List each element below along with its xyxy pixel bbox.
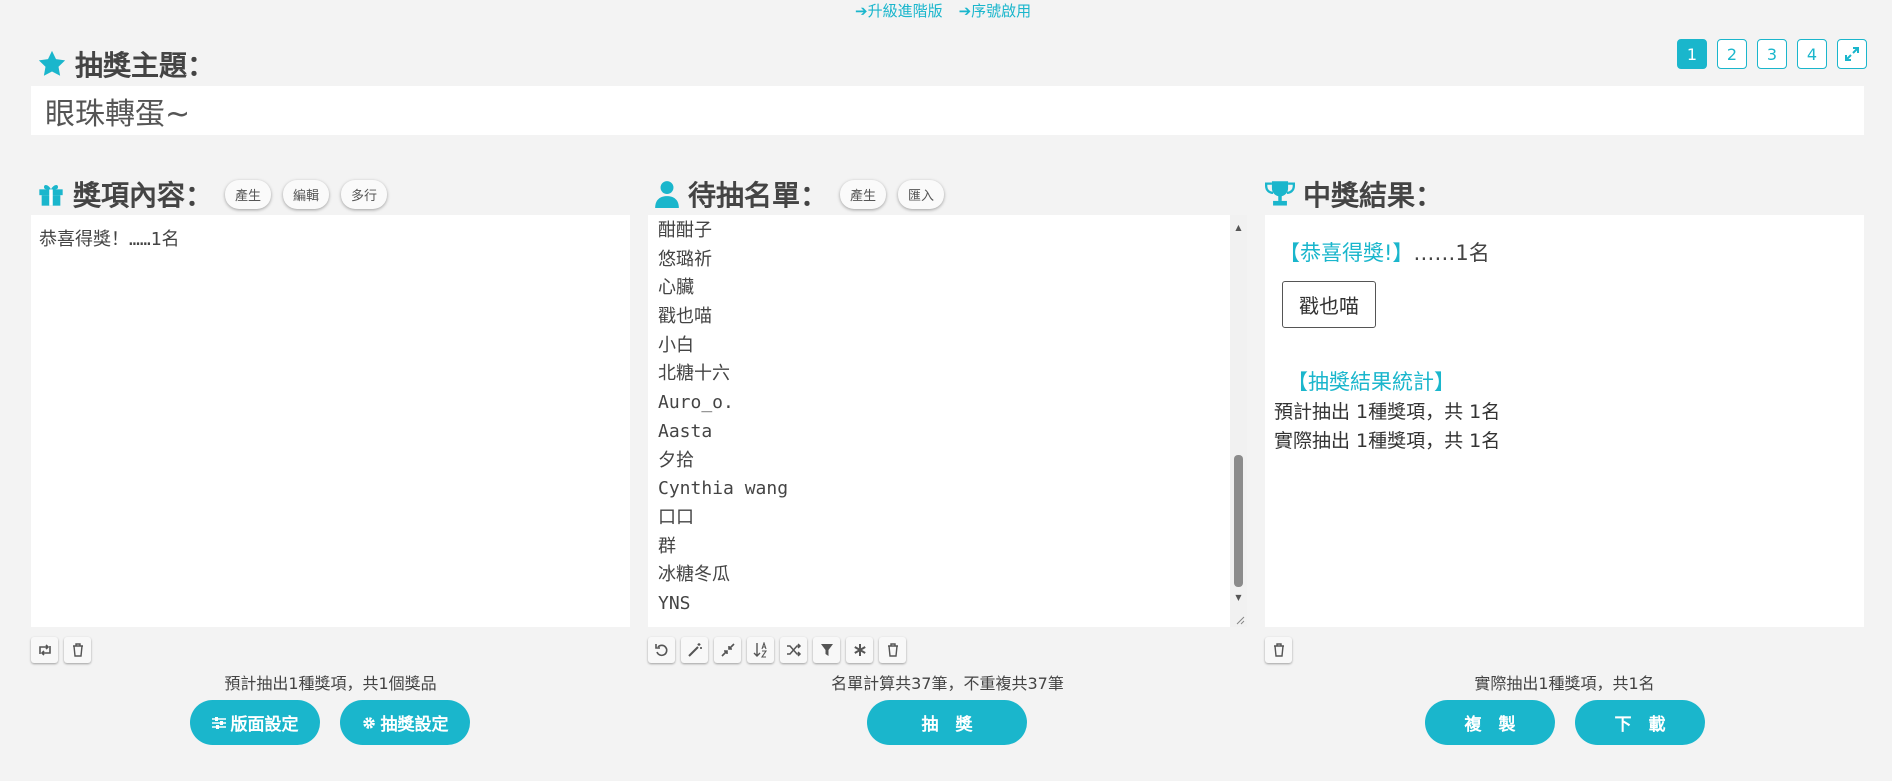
draw-settings-button[interactable]: 抽獎設定 bbox=[340, 700, 470, 745]
magic-wand-icon bbox=[687, 643, 702, 657]
page-tab-3[interactable]: 3 bbox=[1757, 39, 1787, 69]
prize-toolbar bbox=[31, 637, 91, 663]
list-item: YNS bbox=[658, 592, 691, 614]
gear-icon bbox=[362, 716, 375, 729]
list-item: 冰糖冬瓜 bbox=[658, 564, 730, 586]
name-list-textarea[interactable]: 酣酣子悠璐祈心臟戳也喵小白北糖十六 Auro_o. Aasta 夕拾 Cynthia w… bbox=[648, 215, 1247, 627]
result-prize-line: 【恭喜得獎!】……1名 bbox=[1279, 237, 1864, 267]
trash-icon bbox=[887, 643, 898, 657]
list-import-button[interactable]: 匯入 bbox=[898, 179, 945, 209]
page-tab-1[interactable]: 1 bbox=[1677, 39, 1707, 69]
theme-input[interactable]: 眼珠轉蛋~ bbox=[31, 86, 1864, 135]
prize-textarea[interactable]: 恭喜得獎！……1名 bbox=[31, 215, 630, 627]
list-compress-button[interactable] bbox=[714, 637, 741, 663]
trash-icon bbox=[72, 643, 83, 657]
result-prize-name: 【恭喜得獎!】 bbox=[1279, 241, 1414, 265]
layout-settings-label: 版面設定 bbox=[230, 715, 299, 735]
prize-heading: 獎項內容： 產生 編輯 多行 bbox=[37, 174, 388, 214]
list-item: 夕拾 bbox=[658, 449, 694, 471]
list-item: Cynthia wang bbox=[658, 478, 789, 500]
list-item: 小白 bbox=[658, 334, 694, 356]
upgrade-link[interactable]: ➔升級進階版 bbox=[855, 0, 943, 20]
download-button[interactable]: 下 載 bbox=[1575, 700, 1705, 745]
user-icon bbox=[655, 181, 679, 208]
list-magic-button[interactable] bbox=[681, 637, 708, 663]
serial-activate-link[interactable]: ➔序號啟用 bbox=[959, 0, 1032, 20]
list-item: Aasta bbox=[658, 420, 713, 442]
page-tab-2[interactable]: 2 bbox=[1717, 39, 1747, 69]
list-item: 口口 bbox=[658, 506, 694, 528]
list-summary: 名單計算共37筆，不重複共37筆 bbox=[831, 674, 1064, 693]
prize-label: 獎項內容： bbox=[73, 179, 214, 212]
list-item: Auro_o. bbox=[658, 392, 734, 414]
list-shuffle-button[interactable] bbox=[780, 637, 807, 663]
compress-icon bbox=[720, 643, 735, 657]
top-links: ➔升級進階版 ➔序號啟用 bbox=[855, 0, 1032, 20]
filter-icon bbox=[820, 644, 833, 656]
copy-button[interactable]: 複 製 bbox=[1425, 700, 1555, 745]
fullscreen-button[interactable] bbox=[1837, 39, 1867, 69]
undo-icon bbox=[654, 644, 667, 657]
retweet-icon bbox=[38, 644, 51, 656]
result-prize-count: ……1名 bbox=[1413, 241, 1490, 265]
expand-icon bbox=[1845, 47, 1859, 61]
list-item: 酣酣子 bbox=[658, 220, 712, 241]
draw-button[interactable]: 抽 獎 bbox=[867, 700, 1027, 745]
result-toolbar bbox=[1265, 637, 1292, 663]
prize-content: 恭喜得獎！……1名 bbox=[39, 229, 180, 250]
result-heading: 中獎結果： bbox=[1265, 174, 1443, 214]
page-tabs: 1 2 3 4 bbox=[1677, 39, 1867, 69]
list-item: 群 bbox=[658, 535, 676, 557]
stats-planned: 預計抽出 1種獎項，共 1名 bbox=[1274, 401, 1501, 423]
prize-generate-button[interactable]: 產生 bbox=[225, 179, 272, 209]
list-item: 心臟 bbox=[658, 277, 694, 299]
resize-grip-icon[interactable] bbox=[1233, 613, 1245, 625]
prize-clear-button[interactable] bbox=[64, 637, 91, 663]
draw-settings-label: 抽獎設定 bbox=[380, 715, 449, 735]
list-asterisk-button[interactable] bbox=[846, 637, 873, 663]
sliders-icon bbox=[211, 716, 226, 729]
list-toolbar bbox=[648, 637, 906, 663]
name-list: 酣酣子悠璐祈心臟戳也喵小白北糖十六 Auro_o. Aasta 夕拾 Cynthia w… bbox=[648, 215, 1247, 621]
winner-card: 戳也喵 bbox=[1282, 281, 1376, 328]
scroll-up-arrow-icon[interactable]: ▲ bbox=[1230, 219, 1247, 235]
trophy-icon bbox=[1265, 181, 1295, 206]
layout-settings-button[interactable]: 版面設定 bbox=[190, 700, 320, 745]
list-clear-button[interactable] bbox=[879, 637, 906, 663]
result-clear-button[interactable] bbox=[1265, 637, 1292, 663]
shuffle-icon bbox=[786, 643, 801, 657]
result-summary: 實際抽出1種獎項，共1名 bbox=[1474, 674, 1655, 693]
result-label: 中獎結果： bbox=[1303, 179, 1444, 212]
stats-actual: 實際抽出 1種獎項，共 1名 bbox=[1274, 430, 1501, 452]
stats-title: 【抽獎結果統計】 bbox=[1287, 370, 1455, 394]
theme-label: 抽獎主題： bbox=[75, 49, 216, 82]
list-heading: 待抽名單： 產生 匯入 bbox=[654, 174, 945, 214]
prize-retweet-button[interactable] bbox=[31, 637, 58, 663]
list-item: 北糖十六 bbox=[658, 363, 730, 385]
prize-summary: 預計抽出1種獎項，共1個獎品 bbox=[224, 674, 437, 693]
result-panel: 【恭喜得獎!】……1名 戳也喵 【抽獎結果統計】 預計抽出 1種獎項，共 1名 … bbox=[1265, 215, 1864, 627]
prize-multiline-button[interactable]: 多行 bbox=[341, 179, 388, 209]
asterisk-icon bbox=[853, 644, 866, 656]
page-tab-4[interactable]: 4 bbox=[1797, 39, 1827, 69]
list-generate-button[interactable]: 產生 bbox=[840, 179, 887, 209]
list-sort-button[interactable] bbox=[747, 637, 774, 663]
scroll-down-arrow-icon[interactable]: ▼ bbox=[1230, 589, 1247, 605]
list-item: 悠璐祈 bbox=[658, 248, 712, 270]
list-undo-button[interactable] bbox=[648, 637, 675, 663]
prize-edit-button[interactable]: 編輯 bbox=[283, 179, 330, 209]
list-item: 戳也喵 bbox=[658, 306, 712, 328]
list-scrollbar[interactable]: ▲ ▼ bbox=[1230, 215, 1247, 627]
scroll-thumb[interactable] bbox=[1234, 455, 1243, 587]
theme-heading: 抽獎主題： bbox=[37, 44, 215, 84]
gift-icon bbox=[39, 184, 63, 206]
trash-icon bbox=[1273, 643, 1284, 657]
list-filter-button[interactable] bbox=[813, 637, 840, 663]
star-icon bbox=[38, 50, 66, 76]
sort-alpha-icon bbox=[753, 642, 767, 658]
list-label: 待抽名單： bbox=[688, 179, 829, 212]
